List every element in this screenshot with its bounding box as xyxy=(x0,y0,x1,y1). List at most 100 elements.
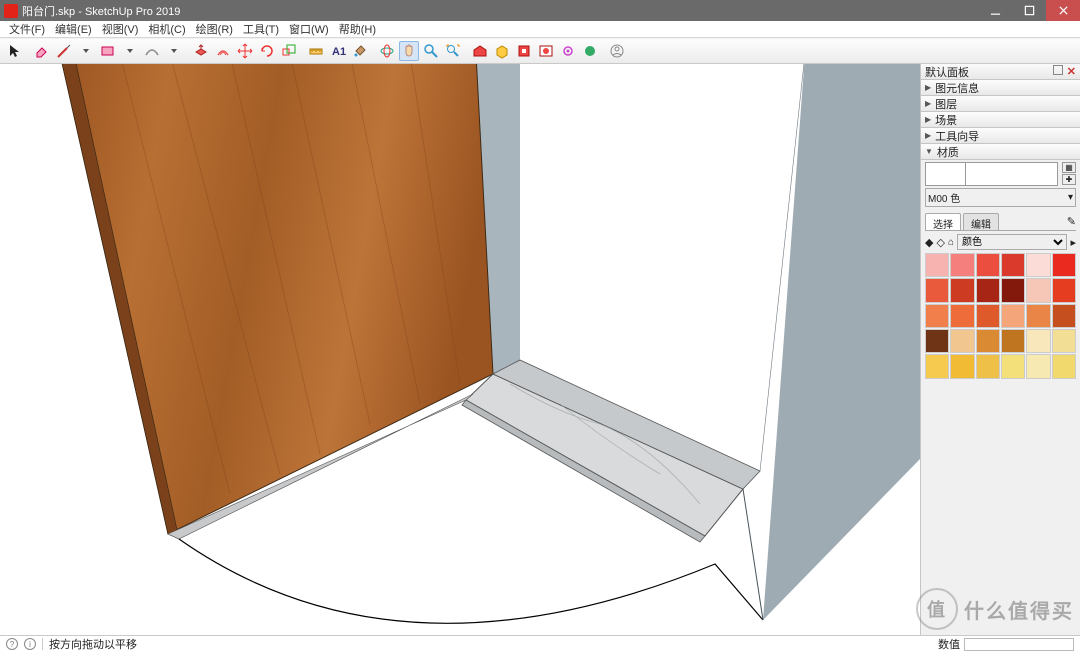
material-swatch[interactable] xyxy=(950,304,974,328)
back-icon[interactable]: ◆ xyxy=(925,236,933,249)
material-swatch[interactable] xyxy=(1052,253,1076,277)
component-tool[interactable] xyxy=(492,41,512,61)
menu-edit[interactable]: 编辑(E) xyxy=(50,21,97,37)
measure-label: 数值 xyxy=(938,636,960,652)
material-swatch[interactable] xyxy=(1026,354,1050,378)
material-swatch[interactable] xyxy=(925,278,949,302)
material-swatch[interactable] xyxy=(976,304,1000,328)
detail-icon[interactable]: ▸ xyxy=(1070,236,1076,249)
material-swatch[interactable] xyxy=(1052,354,1076,378)
material-swatch[interactable] xyxy=(925,253,949,277)
layout-tool[interactable] xyxy=(536,41,556,61)
watermark-badge-icon: 值 xyxy=(916,588,958,630)
maximize-button[interactable] xyxy=(1012,0,1046,21)
extension-tool[interactable] xyxy=(514,41,534,61)
tab-edit[interactable]: 编辑 xyxy=(963,213,999,230)
material-swatch[interactable] xyxy=(925,329,949,353)
panel-entity-info[interactable]: ▶图元信息 xyxy=(921,80,1080,96)
shadows-tool[interactable] xyxy=(580,41,600,61)
menu-view[interactable]: 视图(V) xyxy=(97,21,144,37)
menu-tools[interactable]: 工具(T) xyxy=(238,21,284,37)
shape-dropdown-icon[interactable] xyxy=(120,41,140,61)
material-swatch[interactable] xyxy=(976,354,1000,378)
material-swatch[interactable] xyxy=(925,354,949,378)
material-swatch[interactable] xyxy=(950,354,974,378)
paint-tool[interactable] xyxy=(350,41,370,61)
help-icon[interactable]: ? xyxy=(6,638,18,650)
tray-close-icon[interactable]: ✕ xyxy=(1067,65,1076,78)
material-swatch[interactable] xyxy=(1026,329,1050,353)
material-swatch[interactable] xyxy=(1001,329,1025,353)
warehouse-tool[interactable] xyxy=(470,41,490,61)
tape-tool[interactable] xyxy=(306,41,326,61)
material-swatch[interactable] xyxy=(976,329,1000,353)
scale-tool[interactable] xyxy=(279,41,299,61)
menu-window[interactable]: 窗口(W) xyxy=(284,21,334,37)
zoom-tool[interactable] xyxy=(421,41,441,61)
zoom-extents-tool[interactable] xyxy=(443,41,463,61)
material-swatch[interactable] xyxy=(1001,304,1025,328)
tab-select[interactable]: 选择 xyxy=(925,213,961,230)
material-swatch[interactable] xyxy=(1026,253,1050,277)
select-tool[interactable] xyxy=(5,41,25,61)
eyedropper-icon[interactable]: ✎ xyxy=(1067,215,1076,228)
arc-dropdown-icon[interactable] xyxy=(164,41,184,61)
rectangle-tool[interactable] xyxy=(98,41,118,61)
panel-scenes[interactable]: ▶场景 xyxy=(921,112,1080,128)
svg-text:A1: A1 xyxy=(332,46,346,58)
forward-icon[interactable]: ◇ xyxy=(936,236,944,249)
menu-bar: 文件(F) 编辑(E) 视图(V) 相机(C) 绘图(R) 工具(T) 窗口(W… xyxy=(0,21,1080,38)
line-tool[interactable] xyxy=(54,41,74,61)
main-toolbar: A1 xyxy=(0,38,1080,64)
material-swatch[interactable] xyxy=(1026,278,1050,302)
tray-title: 默认面板 xyxy=(925,64,969,80)
tray-pin-icon[interactable] xyxy=(1053,65,1063,75)
material-create-icon[interactable]: ✚ xyxy=(1062,174,1076,185)
material-swatch[interactable] xyxy=(1001,253,1025,277)
material-swatch[interactable] xyxy=(1052,304,1076,328)
rotate-tool[interactable] xyxy=(257,41,277,61)
close-button[interactable] xyxy=(1046,0,1080,21)
menu-draw[interactable]: 绘图(R) xyxy=(191,21,238,37)
user-icon[interactable] xyxy=(607,41,627,61)
pan-tool[interactable] xyxy=(399,41,419,61)
panel-instructor[interactable]: ▶工具向导 xyxy=(921,128,1080,144)
material-swatch[interactable] xyxy=(1052,329,1076,353)
material-swatch[interactable] xyxy=(925,304,949,328)
material-default-icon[interactable]: ▦ xyxy=(1062,162,1076,173)
material-swatch[interactable] xyxy=(950,278,974,302)
material-swatch[interactable] xyxy=(1001,354,1025,378)
menu-camera[interactable]: 相机(C) xyxy=(143,21,190,37)
text-tool[interactable]: A1 xyxy=(328,41,348,61)
material-swatch[interactable] xyxy=(1052,278,1076,302)
material-swatch[interactable] xyxy=(950,329,974,353)
material-swatch[interactable] xyxy=(950,253,974,277)
material-swatch[interactable] xyxy=(976,278,1000,302)
material-swatch[interactable] xyxy=(1026,304,1050,328)
arc-tool[interactable] xyxy=(142,41,162,61)
panel-materials[interactable]: ▼材质 xyxy=(921,144,1080,160)
menu-file[interactable]: 文件(F) xyxy=(4,21,50,37)
material-name-dropdown-icon[interactable]: ▾ xyxy=(1068,192,1073,203)
measure-input[interactable] xyxy=(964,638,1074,651)
line-dropdown-icon[interactable] xyxy=(76,41,96,61)
move-tool[interactable] xyxy=(235,41,255,61)
model-viewport[interactable] xyxy=(0,64,920,635)
palette-select[interactable]: 颜色 xyxy=(957,234,1067,250)
panel-layers[interactable]: ▶图层 xyxy=(921,96,1080,112)
material-swatch[interactable] xyxy=(976,253,1000,277)
current-material-swatch[interactable] xyxy=(926,163,966,185)
material-swatch[interactable] xyxy=(1001,278,1025,302)
offset-tool[interactable] xyxy=(213,41,233,61)
title-bar: 阳台门.skp - SketchUp Pro 2019 xyxy=(0,0,1080,21)
orbit-tool[interactable] xyxy=(377,41,397,61)
eyedropper-tool[interactable] xyxy=(558,41,578,61)
info-icon[interactable]: i xyxy=(24,638,36,650)
home-icon[interactable]: ⌂ xyxy=(948,237,954,248)
menu-help[interactable]: 帮助(H) xyxy=(334,21,381,37)
app-logo-icon xyxy=(4,4,18,18)
pushpull-tool[interactable] xyxy=(191,41,211,61)
minimize-button[interactable] xyxy=(978,0,1012,21)
eraser-tool[interactable] xyxy=(32,41,52,61)
tray-header[interactable]: 默认面板 ✕ xyxy=(921,64,1080,80)
